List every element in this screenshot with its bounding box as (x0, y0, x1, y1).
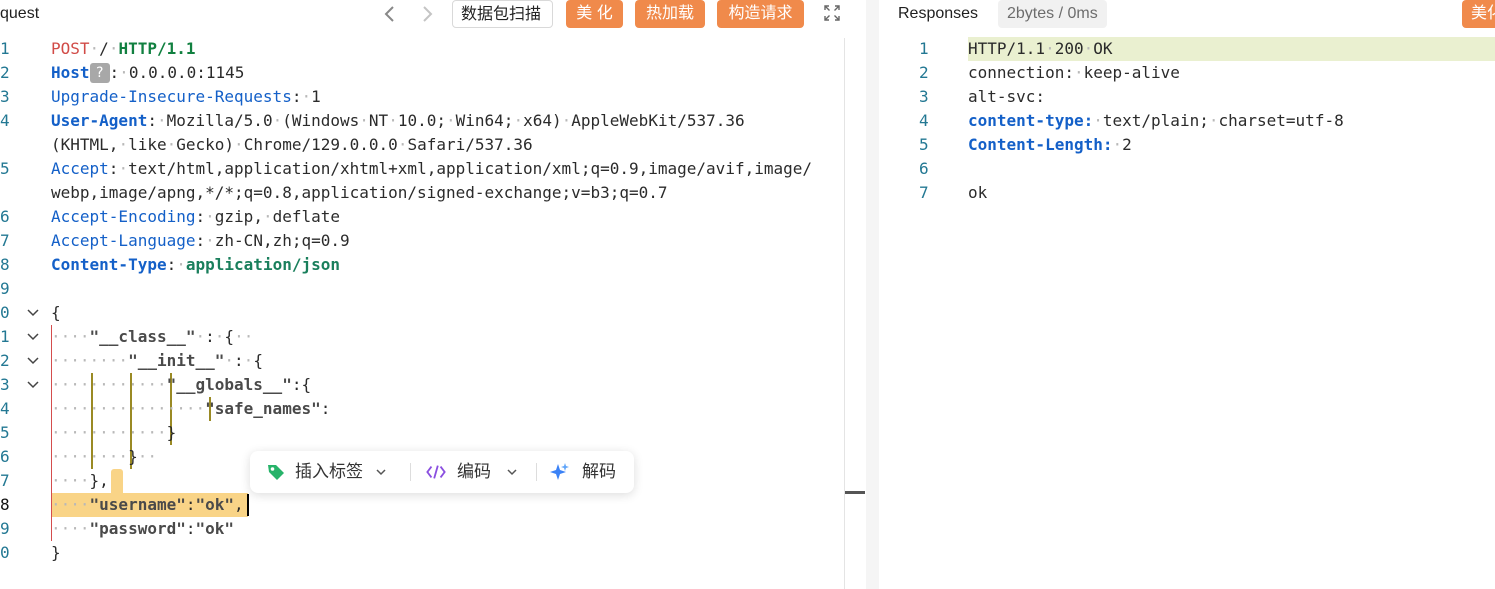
scrollbar-thumb[interactable] (845, 491, 865, 494)
request-panel: quest 数据包扫描 美 化 热加载 构造请求 1 2 3 4 5 6 7 8… (0, 0, 866, 589)
line-number: 2 (0, 351, 10, 370)
scrollbar-track[interactable] (844, 38, 845, 589)
code-line: } (51, 543, 61, 562)
selection-toolbar: 插入标签 编码 解码 (250, 451, 634, 493)
code-line: Content-Type:·application/json (51, 255, 340, 274)
code-line: Content-Length:·2 (968, 135, 1132, 154)
chevron-down-icon[interactable] (506, 466, 518, 478)
beautify-button[interactable]: 美 化 (566, 0, 623, 28)
code-icon (426, 465, 446, 479)
request-panel-title: quest (0, 5, 40, 22)
insert-tag-button[interactable]: 插入标签 (295, 451, 363, 493)
fold-chevron-icon[interactable] (26, 378, 40, 392)
response-stats-badge: 2bytes / 0ms (998, 0, 1107, 28)
code-line: HTTP/1.1·200·OK (968, 39, 1113, 58)
toolbar-divider (410, 463, 411, 481)
line-number: 7 (919, 183, 929, 202)
fold-chevron-icon[interactable] (26, 354, 40, 368)
selection-highlight (111, 469, 123, 493)
line-number: 2 (919, 63, 929, 82)
code-line-wrap: webp,image/apng,*/*;q=0.8,application/si… (51, 183, 668, 202)
line-number: 3 (919, 87, 929, 106)
forward-arrow-icon[interactable] (420, 3, 434, 29)
response-beautify-button[interactable]: 美化 (1462, 0, 1495, 28)
chevron-down-icon[interactable] (375, 466, 387, 478)
line-number-active: 8 (0, 495, 10, 514)
line-number: 5 (0, 159, 10, 178)
code-line: ············"__globals__":{ (51, 375, 312, 394)
code-line: Accept-Encoding:·gzip,·deflate (51, 207, 341, 226)
line-number: 1 (0, 39, 10, 58)
fold-chevron-icon[interactable] (26, 306, 40, 320)
expand-icon[interactable] (822, 3, 842, 23)
code-line: ········"__init__"·:·{ (51, 351, 263, 370)
construct-request-button[interactable]: 构造请求 (717, 0, 804, 28)
line-number: 9 (0, 519, 10, 538)
toolbar-divider (536, 463, 537, 481)
code-line: Accept-Language:·zh-CN,zh;q=0.9 (51, 231, 350, 250)
line-number: 0 (0, 543, 10, 562)
code-line: POST·/·HTTP/1.1 (51, 39, 196, 58)
line-number: 4 (919, 111, 929, 130)
tag-icon (268, 465, 284, 480)
packet-scan-button[interactable]: 数据包扫描 (452, 0, 553, 28)
line-number: 2 (0, 63, 10, 82)
line-number: 7 (0, 231, 10, 250)
code-line: ····}, (51, 471, 109, 490)
line-number: 3 (0, 87, 10, 106)
code-line: ····"password":"ok" (51, 519, 235, 538)
code-line: content-type:·text/plain;·charset=utf-8 (968, 111, 1344, 130)
line-number: 7 (0, 471, 10, 490)
line-number: 4 (0, 399, 10, 418)
decode-button[interactable]: 解码 (582, 451, 616, 493)
code-line: ················"safe_names": (51, 399, 331, 418)
code-line-wrap: (KHTML,·like·Gecko)·Chrome/129.0.0.0·Saf… (51, 135, 533, 154)
code-line: ····"__class__"·:·{·· (51, 327, 254, 346)
encode-button[interactable]: 编码 (457, 451, 491, 493)
code-line: Host?:·0.0.0.0:1145 (51, 63, 245, 83)
hotload-button[interactable]: 热加载 (635, 0, 705, 28)
code-line: ············} (51, 423, 177, 442)
code-line: alt-svc: (968, 87, 1046, 106)
code-line: { (51, 303, 61, 322)
line-number: 0 (0, 303, 10, 322)
code-line-selected: ····"username":"ok", (51, 495, 244, 514)
code-line: ········}·· (51, 447, 157, 466)
fold-chevron-icon[interactable] (26, 330, 40, 344)
response-panel-title: Responses (898, 5, 979, 22)
sparkle-icon (550, 463, 569, 480)
panel-splitter[interactable] (866, 0, 879, 589)
code-line: connection:·keep-alive (968, 63, 1180, 82)
line-number: 6 (919, 159, 929, 178)
line-number: 6 (0, 447, 10, 466)
line-number: 4 (0, 111, 10, 130)
code-line: Upgrade-Insecure-Requests:·1 (51, 87, 321, 106)
text-cursor (247, 494, 249, 516)
help-icon: ? (89, 63, 110, 83)
line-number: 5 (0, 423, 10, 442)
line-number: 5 (919, 135, 929, 154)
code-line: Accept:·text/html,application/xhtml+xml,… (51, 159, 813, 178)
line-number: 1 (919, 39, 929, 58)
code-line: ok (968, 183, 988, 202)
code-line: User-Agent:·Mozilla/5.0·(Windows·NT·10.0… (51, 111, 745, 130)
line-number: 6 (0, 207, 10, 226)
back-arrow-icon[interactable] (383, 3, 397, 29)
line-number: 9 (0, 279, 10, 298)
line-number: 1 (0, 327, 10, 346)
line-number: 8 (0, 255, 10, 274)
line-number: 3 (0, 375, 10, 394)
